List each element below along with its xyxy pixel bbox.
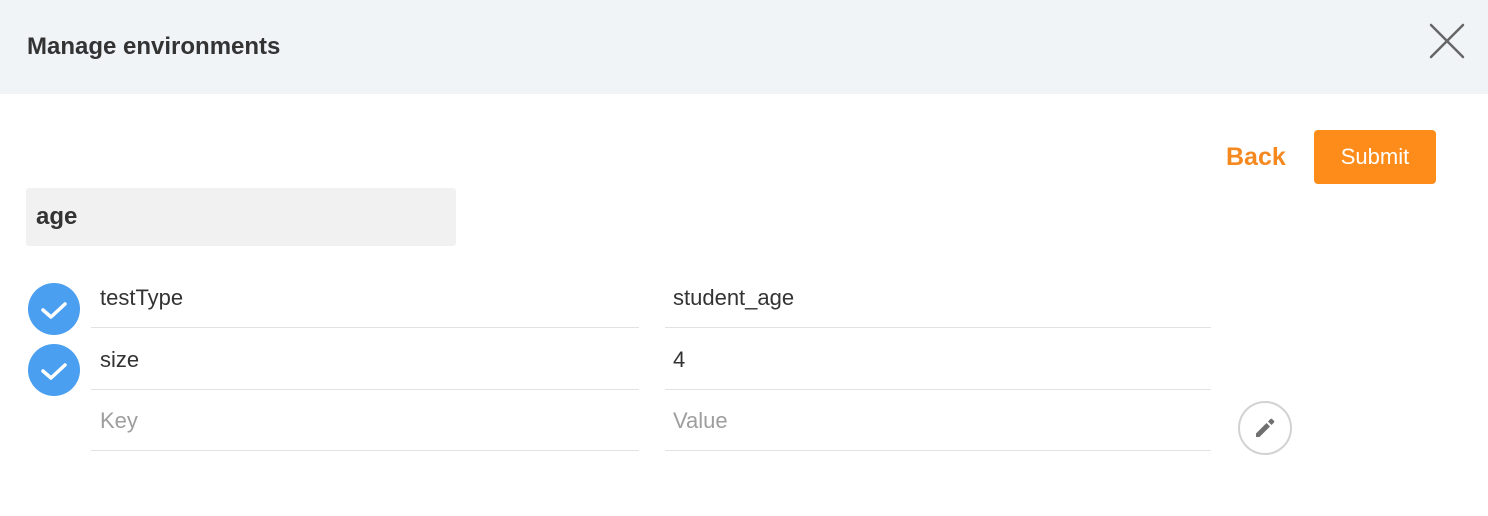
environment-name-field[interactable]: age	[26, 188, 456, 246]
modal-header: Manage environments	[0, 0, 1488, 94]
new-variable-value-input[interactable]: Value	[665, 391, 1211, 451]
manage-environments-modal: Manage environments Back Submit age test…	[0, 0, 1488, 516]
check-icon	[41, 363, 67, 380]
variable-key-field[interactable]: testType	[91, 268, 639, 328]
variable-enabled-checkbox[interactable]	[28, 344, 80, 396]
submit-button[interactable]: Submit	[1314, 130, 1436, 184]
variable-key-field[interactable]: size	[91, 330, 639, 390]
back-button[interactable]: Back	[1226, 139, 1286, 175]
close-icon	[1429, 23, 1465, 59]
variable-value-field[interactable]: student_age	[665, 268, 1211, 328]
modal-title: Manage environments	[27, 33, 281, 60]
check-icon	[41, 302, 67, 319]
close-button[interactable]	[1428, 22, 1466, 60]
edit-variable-button[interactable]	[1238, 401, 1292, 455]
new-variable-key-input[interactable]: Key	[91, 391, 639, 451]
variable-enabled-checkbox[interactable]	[28, 283, 80, 335]
variable-value-field[interactable]: 4	[665, 330, 1211, 390]
pencil-icon	[1256, 418, 1275, 437]
